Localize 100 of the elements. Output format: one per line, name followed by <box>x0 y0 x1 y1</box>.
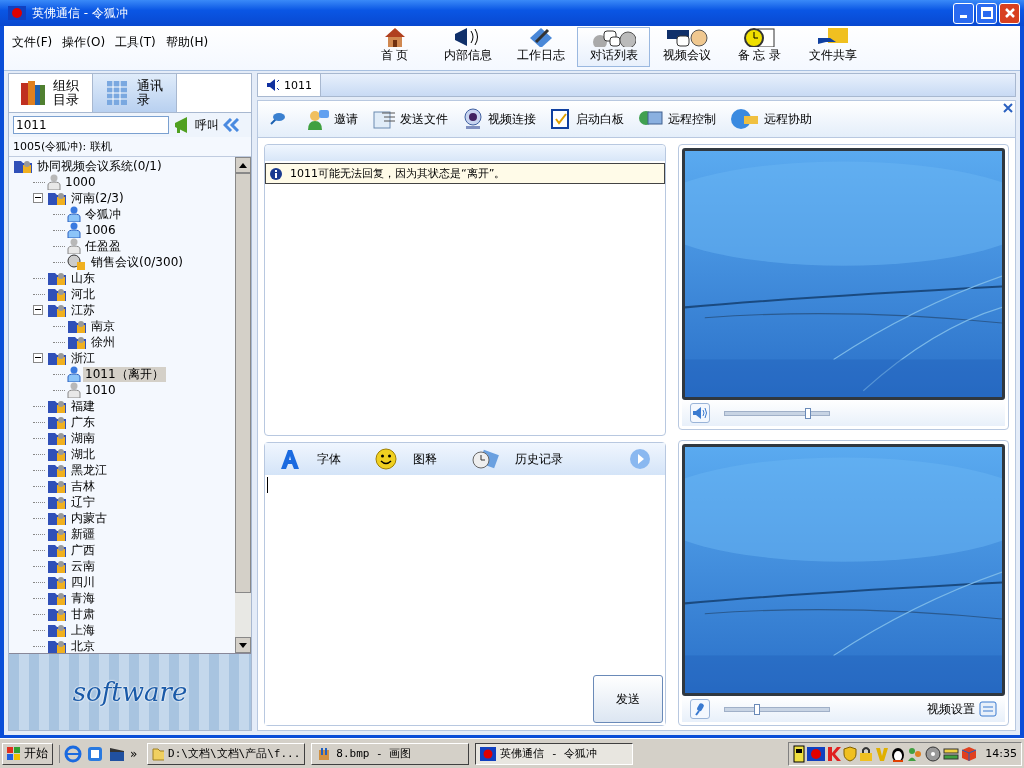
taskbar-button[interactable]: D:\文档\文档\产品\f... <box>147 742 306 765</box>
tree-item[interactable]: 徐州 <box>89 334 117 350</box>
toolbar-button[interactable]: 远程控制 <box>638 108 716 130</box>
tree-item[interactable]: 湖南 <box>69 430 97 446</box>
nav-button[interactable]: 备 忘 录 <box>723 26 796 66</box>
toolbar-button[interactable]: 邀请 <box>306 108 358 130</box>
slider-thumb[interactable] <box>754 703 761 715</box>
input-toolbar-button[interactable]: 历史记录 <box>471 448 563 470</box>
send-button[interactable]: 发送 <box>593 675 663 723</box>
expand-toggle[interactable] <box>33 193 43 203</box>
microphone-slider[interactable] <box>724 706 830 712</box>
scroll-up-button[interactable] <box>235 157 251 173</box>
tree-item[interactable]: 河南(2/3) <box>69 190 126 206</box>
tree-item[interactable]: 福建 <box>69 398 97 414</box>
volume-button[interactable] <box>690 403 710 423</box>
desktop-icon[interactable] <box>86 744 104 763</box>
minimize-button[interactable] <box>953 2 974 24</box>
tree-item[interactable]: 湖北 <box>69 446 97 462</box>
drive-icon[interactable] <box>943 745 960 762</box>
tree-item[interactable]: 山东 <box>69 270 97 286</box>
nav-button[interactable]: 视频会议 <box>650 26 723 66</box>
letter-k-icon[interactable] <box>827 745 842 762</box>
tree-item[interactable]: 北京 <box>69 638 97 653</box>
start-button[interactable]: 开始 <box>2 742 53 765</box>
tree-item[interactable]: 云南 <box>69 558 97 574</box>
more-button[interactable]: » <box>130 746 138 761</box>
meeting-icon <box>67 254 87 270</box>
message-input[interactable]: 发送 <box>265 475 665 725</box>
tree-item[interactable]: 河北 <box>69 286 97 302</box>
tree-item[interactable]: 青海 <box>69 590 97 606</box>
cube-icon[interactable] <box>961 745 978 762</box>
nav-button[interactable]: 内部信息 <box>431 26 504 66</box>
input-toolbar-button[interactable]: 图释 <box>375 448 437 470</box>
tree-item[interactable]: 1010 <box>83 382 118 398</box>
tree-item[interactable]: 任盈盈 <box>83 238 123 254</box>
sidebar-tab[interactable]: 通讯录 <box>93 74 177 112</box>
volume-slider[interactable] <box>724 410 830 416</box>
tree-item[interactable]: 四川 <box>69 574 97 590</box>
penguin-icon[interactable] <box>891 745 906 762</box>
people-icon <box>306 108 330 130</box>
tree-item[interactable]: 销售会议(0/300) <box>89 254 185 270</box>
tree-item[interactable]: 新疆 <box>69 526 97 542</box>
nav-button[interactable]: 首 页 <box>358 26 431 66</box>
taskbar-button[interactable]: 英佛通信 - 令狐冲 <box>475 742 634 765</box>
menu-item[interactable]: 操作(O) <box>62 34 106 51</box>
microphone-button[interactable] <box>690 699 710 719</box>
menu-item[interactable]: 文件(F) <box>12 34 53 51</box>
lock-icon[interactable] <box>859 745 874 762</box>
tree-item[interactable]: 南京 <box>89 318 117 334</box>
tree-item[interactable]: 黑龙江 <box>69 462 109 478</box>
tree-item[interactable]: 协同视频会议系统(0/1) <box>35 158 164 174</box>
tree-item[interactable]: 广西 <box>69 542 97 558</box>
group-folder-icon <box>47 622 67 638</box>
collapse-button[interactable] <box>223 118 239 132</box>
tree-item[interactable]: 辽宁 <box>69 494 97 510</box>
call-button[interactable]: 呼叫 <box>173 116 219 134</box>
tree-item[interactable]: 内蒙古 <box>69 510 109 526</box>
menu-item[interactable]: 帮助(H) <box>165 34 209 51</box>
input-toolbar-button[interactable]: 字体 <box>279 448 341 470</box>
tree-item[interactable]: 浙江 <box>69 350 97 366</box>
toolbar-button[interactable]: 远程协助 <box>730 108 812 130</box>
disc-icon[interactable] <box>925 745 942 762</box>
close-icon <box>1003 7 1016 19</box>
group-folder-icon <box>47 606 67 622</box>
tree-item[interactable]: 吉林 <box>69 478 97 494</box>
nav-button[interactable]: 工作日志 <box>504 26 577 66</box>
chat-tab[interactable]: 1011 <box>258 74 321 96</box>
scroll-down-button[interactable] <box>235 637 251 653</box>
taskbar-button[interactable]: 8.bmp - 画图 <box>311 742 470 765</box>
scrollbar-thumb[interactable] <box>235 173 251 593</box>
close-icon <box>1003 103 1013 113</box>
expand-toggle[interactable] <box>33 305 43 315</box>
nav-button[interactable]: 对话列表 <box>577 27 650 67</box>
tree-item[interactable]: 1006 <box>83 222 118 238</box>
slider-thumb[interactable] <box>805 407 812 419</box>
tree-item[interactable]: 甘肃 <box>69 606 97 622</box>
tree-item[interactable]: 广东 <box>69 414 97 430</box>
tree-item[interactable]: 1000 <box>63 174 98 190</box>
tree-item[interactable]: 令狐冲 <box>83 206 123 222</box>
app-icon[interactable] <box>807 746 826 761</box>
menu-item[interactable]: 工具(T) <box>115 34 156 51</box>
pin-button[interactable] <box>268 111 286 127</box>
close-button[interactable] <box>1003 103 1013 113</box>
group-folder-icon <box>13 158 33 174</box>
browser-icon[interactable] <box>64 744 82 763</box>
toolbar-button[interactable]: 视频连接 <box>462 108 536 130</box>
phone-icon[interactable] <box>793 744 806 763</box>
maximize-button[interactable] <box>976 2 997 24</box>
toolbar-button[interactable]: 启动白板 <box>550 108 624 130</box>
group-folder-icon <box>47 462 67 478</box>
tree-item[interactable]: 上海 <box>69 622 97 638</box>
tree-item[interactable]: 1011（离开） <box>83 366 166 382</box>
group-folder-icon <box>47 494 67 510</box>
toolbar-button[interactable]: 发送文件 <box>372 108 448 130</box>
expand-toggle[interactable] <box>33 353 43 363</box>
nav-button[interactable]: 文件共享 <box>796 26 869 66</box>
notice-text: 1011可能无法回复，因为其状态是“离开”。 <box>290 166 506 181</box>
search-field[interactable]: 1011 <box>13 116 169 134</box>
tree-item[interactable]: 江苏 <box>69 302 97 318</box>
video-settings-button[interactable]: 视频设置 <box>927 700 997 718</box>
